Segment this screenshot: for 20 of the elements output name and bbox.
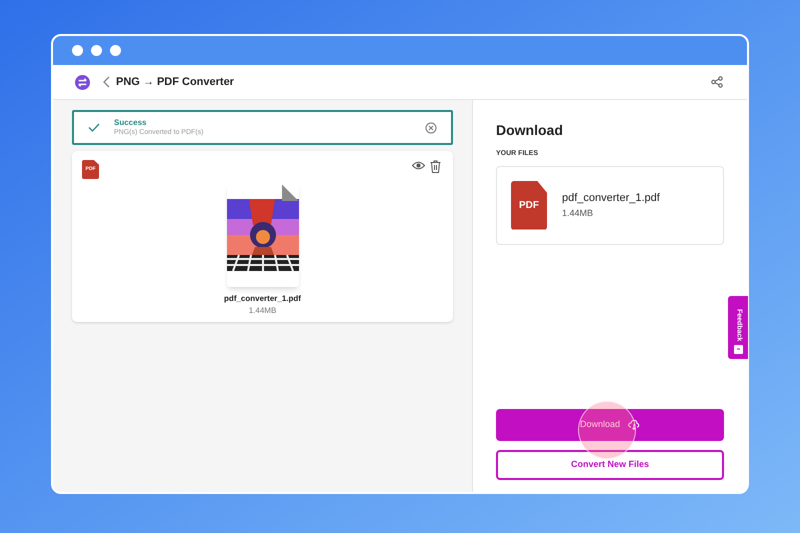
pdf-file-icon: PDF (511, 180, 547, 230)
cloud-download-icon (628, 420, 640, 430)
page-fold-icon (282, 184, 298, 201)
close-icon[interactable] (425, 122, 437, 134)
logo-icon (75, 74, 90, 90)
share-icon[interactable] (711, 76, 723, 88)
file-size: 1.44MB (562, 206, 594, 220)
eye-icon[interactable] (412, 161, 425, 170)
chat-icon (734, 345, 742, 354)
panel-title: Download (496, 121, 564, 140)
download-button[interactable]: Download (496, 409, 724, 441)
check-icon (88, 123, 100, 132)
trash-icon[interactable] (430, 160, 441, 173)
file-name: pdf_converter_1.pdf (562, 191, 660, 206)
page-title: PNG → PDF Converter (116, 74, 234, 90)
alert-title: Success (114, 118, 148, 128)
convert-new-files-button[interactable]: Convert New Files (496, 450, 724, 480)
back-icon[interactable] (103, 76, 110, 88)
file-name: pdf_converter_1.pdf (224, 293, 301, 305)
file-size: 1.44MB (248, 305, 276, 317)
